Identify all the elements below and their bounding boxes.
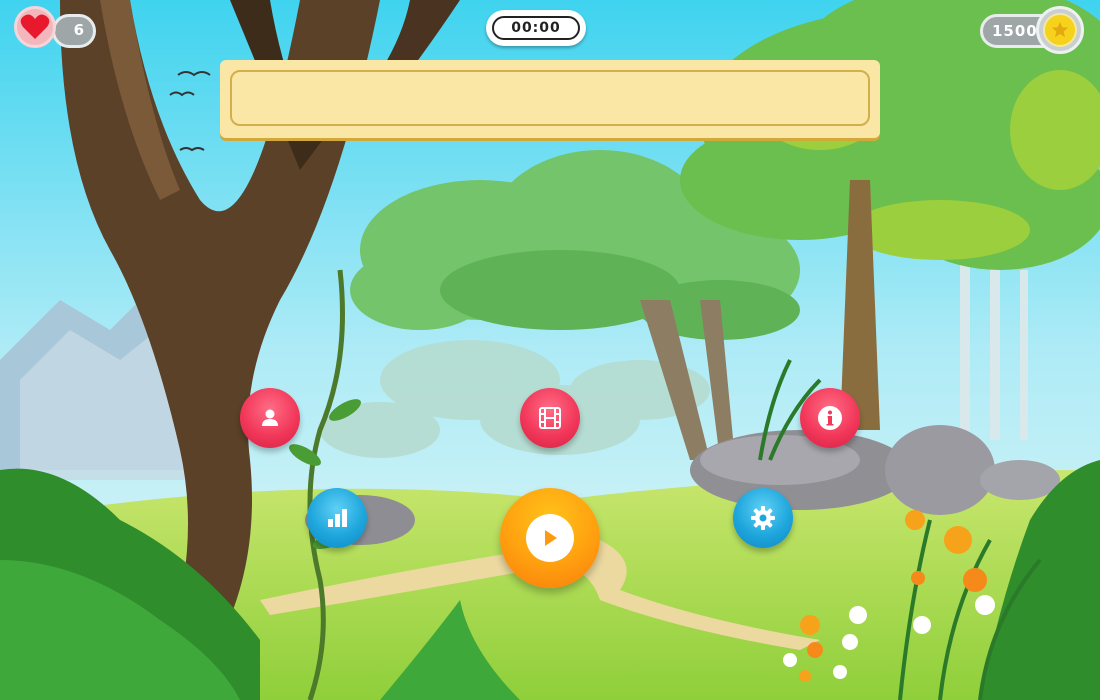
title-banner: [220, 60, 880, 138]
star-coin-icon: [1036, 6, 1084, 54]
timer: 00:00: [486, 10, 586, 46]
timer-text: 00:00: [492, 16, 580, 40]
coins-count: 1500: [992, 22, 1038, 40]
banner-text: [230, 70, 870, 126]
bar-chart-icon: [328, 509, 347, 527]
leaderboard-button[interactable]: [307, 488, 367, 548]
gear-icon: [751, 506, 775, 530]
heart-icon: [14, 6, 56, 48]
user-icon: [262, 409, 278, 426]
play-icon: [545, 530, 557, 546]
profile-button[interactable]: [240, 388, 300, 448]
video-button[interactable]: [520, 388, 580, 448]
lives-count: 6: [73, 21, 84, 39]
settings-button[interactable]: [733, 488, 793, 548]
info-icon: [818, 406, 842, 430]
play-button[interactable]: [500, 488, 600, 588]
lives-counter: 6: [52, 14, 96, 48]
info-button[interactable]: [800, 388, 860, 448]
film-icon: [539, 407, 561, 429]
